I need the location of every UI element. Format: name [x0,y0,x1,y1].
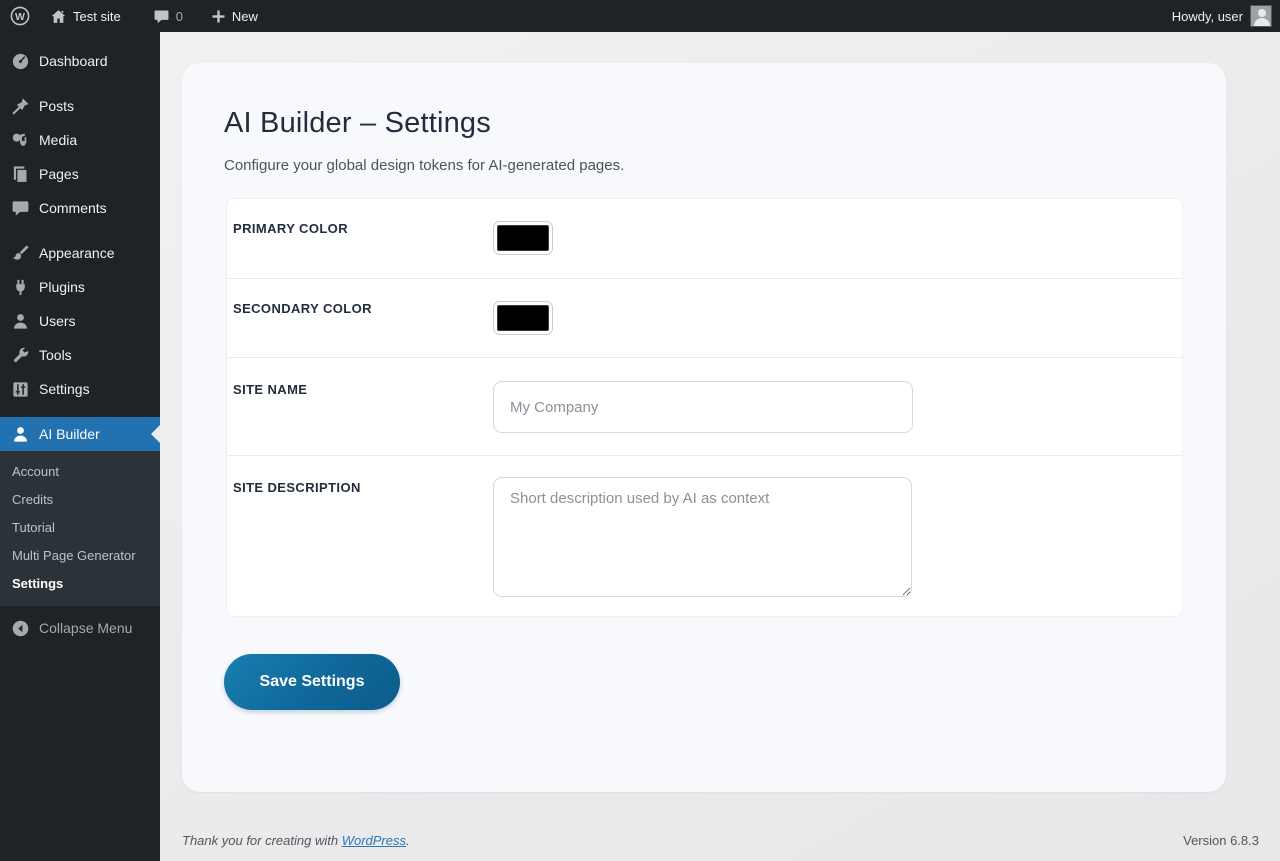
admin-bar-new-button[interactable]: New [201,0,268,32]
appearance-icon [10,243,30,263]
form-row-primary-color: PRIMARY COLOR [227,199,1182,278]
sidebar-item-ai-builder[interactable]: AI Builder [0,417,160,451]
secondary-color-picker[interactable] [493,301,553,335]
wordpress-logo-button[interactable]: W [0,0,40,32]
page-title: AI Builder – Settings [224,107,491,139]
sidebar-item-label: Appearance [39,245,115,261]
sidebar-item-label: Comments [39,200,107,216]
submenu-item-settings[interactable]: Settings [0,570,160,598]
sidebar-item-label: Media [39,132,78,148]
wordpress-logo-icon: W [10,6,30,26]
content-area: AI Builder – Settings Configure your glo… [160,32,1280,861]
footer-thanks-text: Thank you for creating with WordPress. [182,833,410,848]
ai-builder-icon [10,424,30,444]
site-name-label: SITE NAME [233,382,308,397]
dashboard-icon [10,51,30,71]
sidebar-item-comments[interactable]: Comments [0,191,160,225]
wordpress-link[interactable]: WordPress [342,833,406,848]
sidebar-item-appearance[interactable]: Appearance [0,236,160,270]
submenu-item-credits[interactable]: Credits [0,486,160,514]
form-row-site-description: SITE DESCRIPTION [227,455,1182,616]
tools-icon [10,345,30,365]
comment-bubble-icon [153,8,170,25]
sidebar-item-plugins[interactable]: Plugins [0,270,160,304]
submenu-item-multi-page-generator[interactable]: Multi Page Generator [0,542,160,570]
sidebar-item-label: Tools [39,347,72,363]
site-name-input[interactable] [493,381,913,433]
sidebar-item-settings[interactable]: Settings [0,372,160,406]
form-row-site-name: SITE NAME [227,357,1182,455]
sidebar-item-media[interactable]: Media [0,123,160,157]
site-description-textarea[interactable] [493,477,912,597]
ai-builder-submenu: Account Credits Tutorial Multi Page Gene… [0,451,160,606]
primary-color-picker[interactable] [493,221,553,255]
admin-bar-account-button[interactable]: Howdy, user [1164,0,1280,32]
admin-bar-new-label: New [231,8,258,24]
comments-icon [10,198,30,218]
settings-form: PRIMARY COLOR SECONDARY COLOR SITE NAME … [226,198,1183,617]
settings-card: AI Builder – Settings Configure your glo… [182,63,1226,792]
submenu-item-account[interactable]: Account [0,458,160,486]
svg-text:W: W [15,11,25,23]
sidebar-item-label: Users [39,313,76,329]
admin-bar: W Test site 0 New Howdy, user [0,0,1280,32]
form-row-secondary-color: SECONDARY COLOR [227,278,1182,357]
sidebar-item-label: Plugins [39,279,85,295]
settings-icon [10,379,30,399]
admin-bar-site-name: Test site [73,8,121,24]
submenu-item-tutorial[interactable]: Tutorial [0,514,160,542]
home-icon [50,8,67,25]
howdy-text: Howdy, user [1171,8,1243,24]
collapse-arrow-icon [10,618,30,638]
pushpin-icon [10,96,30,116]
sidebar-item-label: Pages [39,166,79,182]
collapse-menu-label: Collapse Menu [39,620,133,636]
plugins-icon [10,277,30,297]
admin-bar-comments-button[interactable]: 0 [143,0,193,32]
pages-icon [10,164,30,184]
sidebar-item-label: AI Builder [39,426,100,442]
primary-color-value [497,225,549,251]
sidebar-item-label: Settings [39,381,90,397]
collapse-menu-button[interactable]: Collapse Menu [0,611,160,645]
footer-version-text: Version 6.8.3 [1183,833,1259,848]
primary-color-label: PRIMARY COLOR [233,221,348,236]
site-description-label: SITE DESCRIPTION [233,480,361,495]
sidebar-item-posts[interactable]: Posts [0,89,160,123]
sidebar-item-pages[interactable]: Pages [0,157,160,191]
admin-sidebar: Dashboard Posts Media Pages Comments App… [0,32,160,861]
sidebar-item-tools[interactable]: Tools [0,338,160,372]
save-settings-button[interactable]: Save Settings [224,654,400,710]
sidebar-item-dashboard[interactable]: Dashboard [0,44,160,78]
media-icon [10,130,30,150]
comment-count: 0 [175,8,183,24]
users-icon [10,311,30,331]
plus-icon [211,9,226,24]
avatar [1250,5,1272,27]
sidebar-item-label: Dashboard [39,53,108,69]
admin-bar-site-link[interactable]: Test site [40,0,131,32]
sidebar-item-label: Posts [39,98,75,114]
sidebar-item-users[interactable]: Users [0,304,160,338]
secondary-color-value [497,305,549,331]
secondary-color-label: SECONDARY COLOR [233,301,372,316]
page-subtitle: Configure your global design tokens for … [224,157,625,174]
